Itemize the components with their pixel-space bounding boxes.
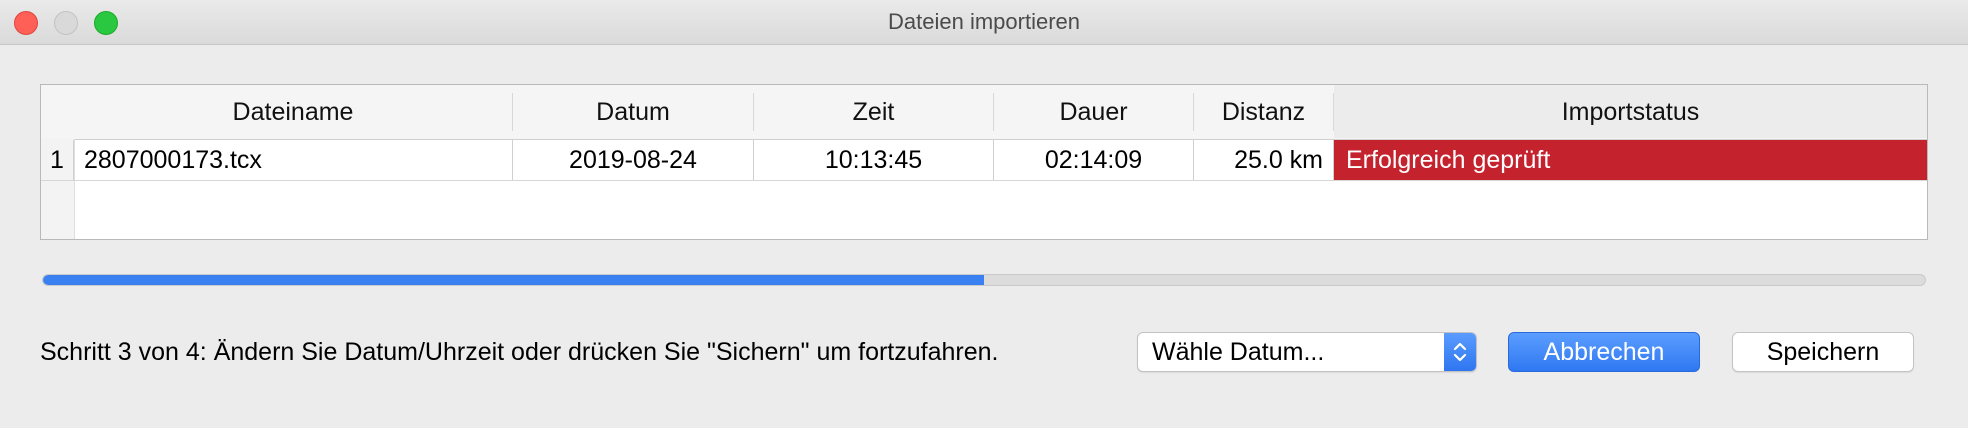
table-row[interactable]: 1 2807000173.tcx 2019-08-24 10:13:45 02:… — [41, 140, 1927, 181]
import-progress-bar — [42, 274, 1926, 286]
cell-distance[interactable]: 25.0 km — [1194, 140, 1334, 180]
column-header-date[interactable]: Datum — [513, 85, 753, 139]
progress-fill — [43, 275, 984, 285]
cancel-button[interactable]: Abbrechen — [1508, 332, 1700, 372]
date-select-value: Wähle Datum... — [1152, 338, 1325, 366]
cell-time[interactable]: 10:13:45 — [754, 140, 994, 180]
column-header-duration[interactable]: Dauer — [994, 85, 1193, 139]
date-select[interactable]: Wähle Datum... — [1137, 332, 1477, 372]
title-bar: Dateien importieren — [0, 0, 1968, 45]
import-dialog: Dateien importieren Dateiname Datum Zeit… — [0, 0, 1968, 428]
table-header: Dateiname Datum Zeit Dauer Distanz Impor… — [41, 85, 1927, 140]
cell-date[interactable]: 2019-08-24 — [513, 140, 754, 180]
cell-import-status: Erfolgreich geprüft — [1334, 140, 1927, 180]
save-button[interactable]: Speichern — [1732, 332, 1914, 372]
import-files-table[interactable]: Dateiname Datum Zeit Dauer Distanz Impor… — [40, 84, 1928, 240]
column-header-import-status[interactable]: Importstatus — [1334, 85, 1927, 138]
row-number: 1 — [41, 140, 74, 180]
column-header-time[interactable]: Zeit — [754, 85, 993, 139]
column-header-filename[interactable]: Dateiname — [74, 85, 512, 139]
cell-filename[interactable]: 2807000173.tcx — [74, 140, 513, 180]
cell-duration[interactable]: 02:14:09 — [994, 140, 1194, 180]
column-header-distance[interactable]: Distanz — [1194, 85, 1333, 139]
step-instructions: Schritt 3 von 4: Ändern Sie Datum/Uhrzei… — [40, 338, 999, 366]
window-title: Dateien importieren — [888, 9, 1080, 34]
updown-chevron-icon[interactable] — [1444, 333, 1476, 371]
